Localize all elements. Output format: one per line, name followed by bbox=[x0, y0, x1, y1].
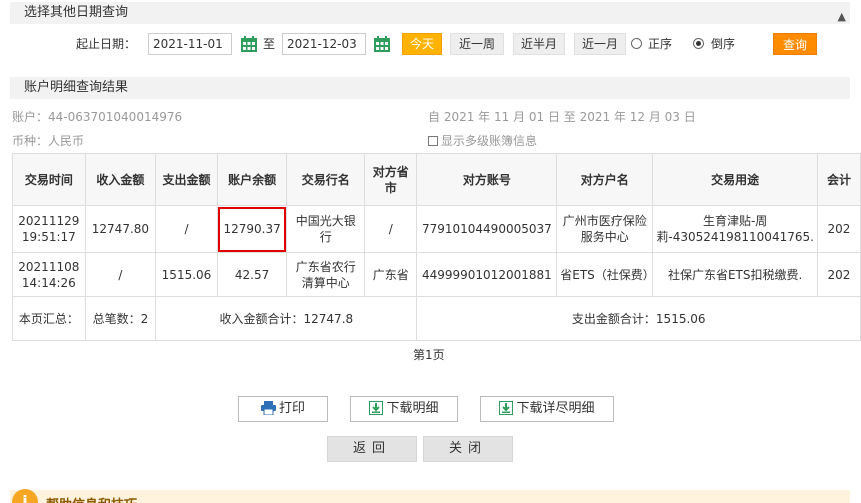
account-number: 账户：44-063701040014976 bbox=[12, 110, 183, 124]
search-button[interactable]: 查询 bbox=[773, 33, 817, 55]
table-row: 20211129 19:51:17 12747.80 / 12790.37 中国… bbox=[12, 205, 861, 253]
cell-province: / bbox=[363, 205, 418, 253]
calendar-icon[interactable] bbox=[373, 35, 391, 53]
cell-balance-highlighted: 12790.37 bbox=[216, 205, 288, 253]
start-date-input[interactable]: 2021-11-01 bbox=[148, 33, 232, 55]
cell-time: 20211129 19:51:17 bbox=[12, 205, 86, 253]
income-total: 收入金额合计：12747.8 bbox=[155, 296, 418, 341]
cell-expense: 1515.06 bbox=[155, 252, 218, 297]
summary-count: 总笔数：2 bbox=[84, 296, 157, 341]
today-button[interactable]: 今天 bbox=[402, 33, 442, 55]
descending-label: 倒序 bbox=[711, 37, 736, 51]
cell-account: 77910104490005037 bbox=[416, 205, 558, 253]
radio-checked-icon[interactable] bbox=[693, 38, 704, 49]
print-button[interactable]: 打印 bbox=[238, 396, 328, 422]
header-cell: 交易用途 bbox=[652, 153, 818, 206]
header-cell: 交易时间 bbox=[12, 153, 86, 206]
last-month-button[interactable]: 近一月 bbox=[574, 33, 626, 55]
download-full-detail-button[interactable]: 下载详尽明细 bbox=[480, 396, 614, 422]
to-label: 至 bbox=[263, 37, 276, 51]
cell-purpose: 社保广东省ETS扣税缴费. bbox=[652, 252, 818, 297]
help-title[interactable]: 帮助信息和技巧 bbox=[46, 494, 137, 503]
page-number: 第1页 bbox=[413, 348, 445, 362]
transaction-table: 交易时间 收入金额 支出金额 账户余额 交易行名 对方省市 对方账号 对方户名 … bbox=[12, 153, 861, 341]
table-row: 20211108 14:14:26 / 1515.06 42.57 广东省农行清… bbox=[12, 252, 861, 297]
cell-accounting: 202 bbox=[816, 205, 861, 253]
date-query-row: 起止日期： 2021-11-01 至 2021-12-03 今天 近一周 近半月… bbox=[0, 32, 861, 56]
download-detail-button[interactable]: 下载明细 bbox=[350, 396, 458, 422]
close-button[interactable]: 关闭 bbox=[423, 436, 513, 462]
header-cell: 对方户名 bbox=[556, 153, 654, 206]
currency-text: 币种：人民币 bbox=[12, 134, 85, 148]
download-icon bbox=[369, 400, 384, 415]
checkbox-icon[interactable] bbox=[428, 136, 438, 146]
header-cell: 交易行名 bbox=[286, 153, 365, 206]
result-section-title: 账户明细查询结果 bbox=[10, 77, 850, 99]
header-cell: 收入金额 bbox=[84, 153, 157, 206]
end-date-input[interactable]: 2021-12-03 bbox=[282, 33, 366, 55]
descending-radio[interactable] bbox=[693, 32, 704, 49]
header-cell: 对方账号 bbox=[416, 153, 558, 206]
download-icon bbox=[499, 400, 514, 415]
cell-income: 12747.80 bbox=[84, 205, 157, 253]
cell-bank: 广东省农行清算中心 bbox=[286, 252, 365, 297]
date-range-label: 起止日期： bbox=[76, 37, 137, 51]
header-cell: 对方省市 bbox=[363, 153, 418, 206]
calendar-icon[interactable] bbox=[240, 35, 258, 53]
summary-row: 本页汇总： 总笔数：2 收入金额合计：12747.8 支出金额合计：1515.0… bbox=[12, 296, 861, 341]
cell-expense: / bbox=[155, 205, 218, 253]
cell-account: 44999901012001881 bbox=[416, 252, 558, 297]
cell-purpose: 生育津贴-周莉-430524198110041765. bbox=[652, 205, 818, 253]
table-header-row: 交易时间 收入金额 支出金额 账户余额 交易行名 对方省市 对方账号 对方户名 … bbox=[12, 153, 861, 206]
last-week-button[interactable]: 近一周 bbox=[450, 33, 504, 55]
expense-total: 支出金额合计：1515.06 bbox=[416, 296, 861, 341]
cell-bank: 中国光大银行 bbox=[286, 205, 365, 253]
cell-balance: 42.57 bbox=[216, 252, 288, 297]
cell-province: 广东省 bbox=[363, 252, 418, 297]
cell-name: 省ETS（社保费） bbox=[556, 252, 654, 297]
multi-level-checkbox[interactable]: 显示多级账簿信息 bbox=[428, 133, 537, 149]
header-cell: 支出金额 bbox=[155, 153, 218, 206]
scroll-up-icon[interactable]: ▲ bbox=[838, 6, 846, 28]
cell-time: 20211108 14:14:26 bbox=[12, 252, 86, 297]
radio-unchecked-icon[interactable] bbox=[631, 38, 642, 49]
ascending-label: 正序 bbox=[648, 37, 673, 51]
ascending-radio[interactable] bbox=[631, 32, 642, 49]
printer-icon bbox=[260, 400, 276, 415]
date-range-text: 自 2021 年 11 月 01 日 至 2021 年 12 月 03 日 bbox=[428, 110, 696, 124]
cell-accounting: 202 bbox=[816, 252, 861, 297]
cell-income: / bbox=[84, 252, 157, 297]
summary-label: 本页汇总： bbox=[12, 296, 86, 341]
last-halfmonth-button[interactable]: 近半月 bbox=[513, 33, 565, 55]
header-cell: 账户余额 bbox=[216, 153, 288, 206]
query-section-title: 选择其他日期查询 ▲ bbox=[10, 2, 850, 24]
cell-name: 广州市医疗保险服务中心 bbox=[556, 205, 654, 253]
header-cell: 会计 bbox=[816, 153, 861, 206]
back-button[interactable]: 返回 bbox=[327, 436, 417, 462]
